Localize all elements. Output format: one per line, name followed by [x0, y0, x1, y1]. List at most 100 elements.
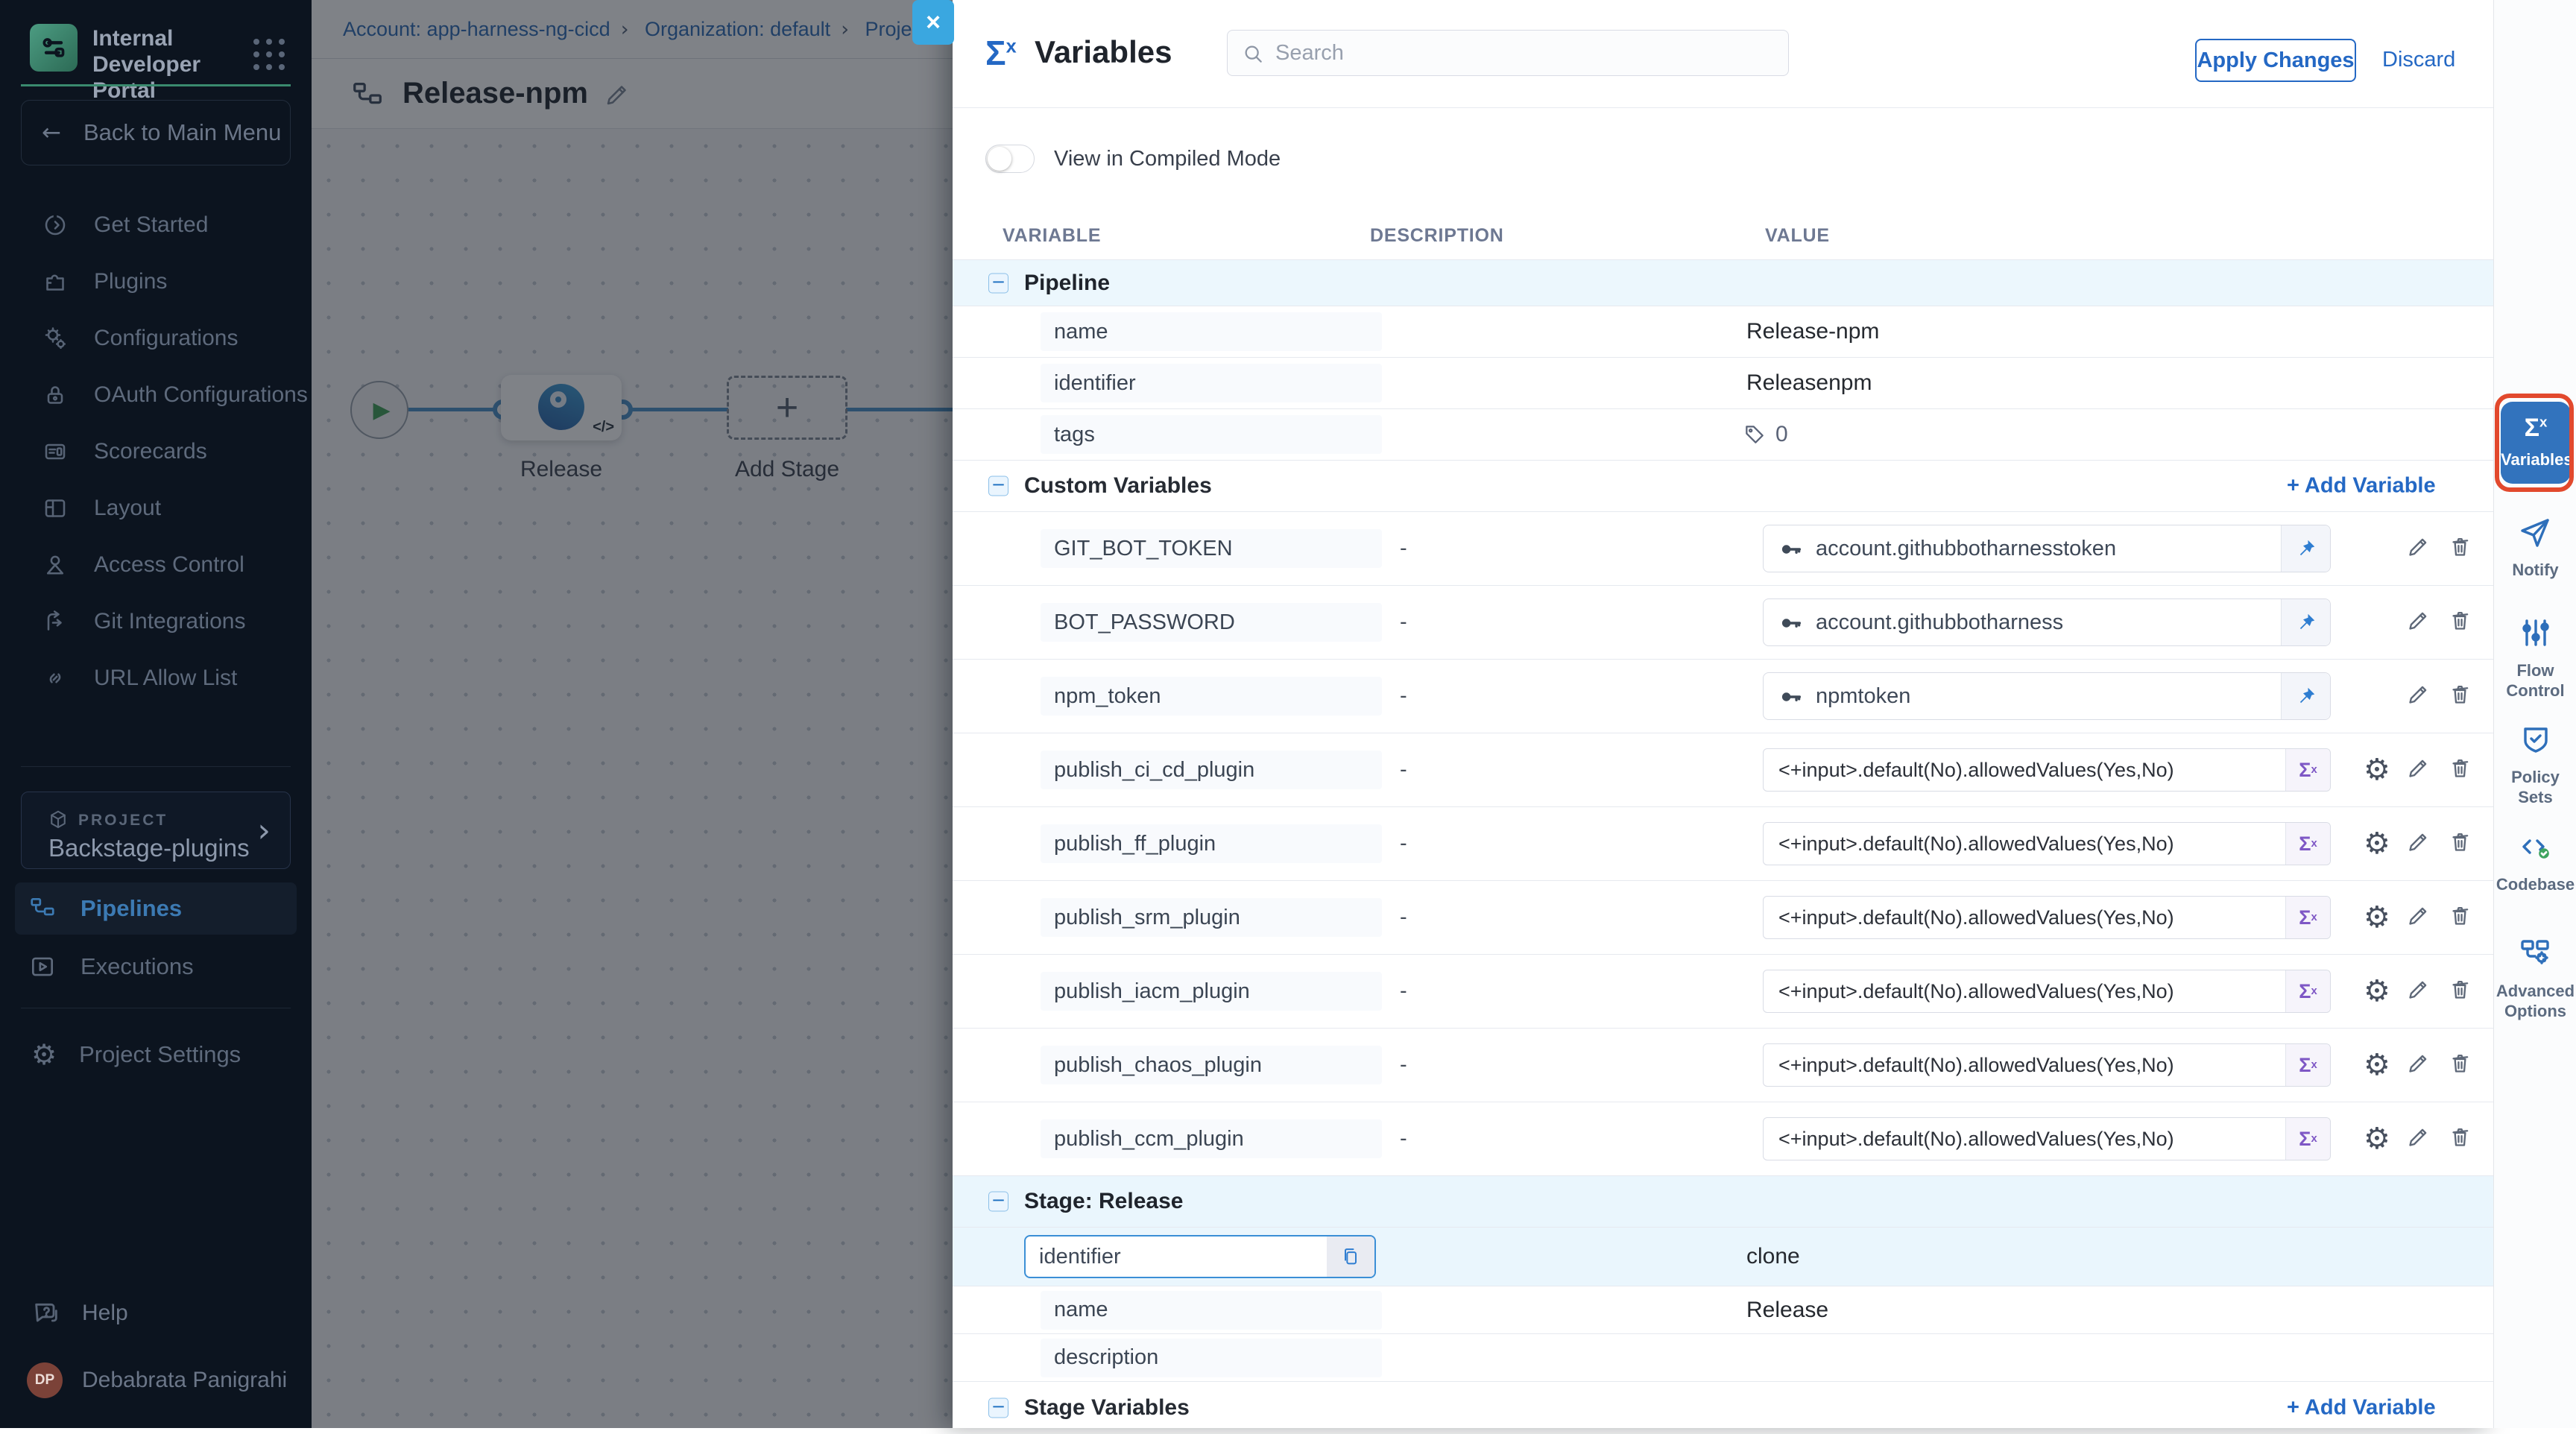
- sidebar-nav-item[interactable]: Pipelines: [15, 882, 297, 935]
- settings-gear-button[interactable]: ⚙: [2364, 755, 2390, 785]
- rail-item-icon: [2518, 514, 2554, 550]
- secret-value-field[interactable]: account.githubbotharness: [1763, 598, 2331, 646]
- trash-icon: [2448, 608, 2472, 633]
- sidebar-item[interactable]: Layout: [0, 480, 312, 537]
- delete-variable-button[interactable]: [2448, 534, 2472, 563]
- arrow-left-icon: ←: [42, 119, 61, 146]
- sidebar-item-label: Configurations: [94, 326, 238, 351]
- discard-button[interactable]: Discard: [2382, 48, 2455, 72]
- rail-item[interactable]: Notify: [2494, 514, 2576, 580]
- sidebar-item[interactable]: Get Started: [0, 197, 312, 253]
- back-to-main-menu[interactable]: ← Back to Main Menu: [42, 119, 281, 146]
- variable-description: -: [1400, 537, 1407, 561]
- edit-variable-button[interactable]: [2406, 903, 2431, 932]
- edit-variable-button[interactable]: [2406, 1125, 2431, 1153]
- input-type-button[interactable]: Σx: [2285, 970, 2330, 1012]
- variables-icon: Σx: [985, 33, 1017, 73]
- sidebar-item[interactable]: Access Control: [0, 537, 312, 593]
- collapse-icon[interactable]: −: [988, 476, 1008, 496]
- sidebar-item-icon: [42, 438, 69, 465]
- compiled-mode-toggle[interactable]: [985, 145, 1035, 173]
- delete-variable-button[interactable]: [2448, 1125, 2472, 1153]
- expression-value-field[interactable]: <+input>.default(No).allowedValues(Yes,N…: [1763, 1043, 2331, 1087]
- table-row: identifier Releasenpm: [953, 357, 2493, 408]
- settings-gear-button[interactable]: ⚙: [2364, 1050, 2390, 1080]
- delete-variable-button[interactable]: [2448, 756, 2472, 784]
- pencil-icon: [2406, 534, 2431, 559]
- settings-gear-button[interactable]: ⚙: [2364, 829, 2390, 859]
- apply-changes-button[interactable]: Apply Changes: [2195, 39, 2356, 82]
- sidebar-item-label: Plugins: [94, 269, 167, 294]
- sidebar-item[interactable]: Git Integrations: [0, 593, 312, 650]
- collapse-icon[interactable]: −: [988, 1192, 1008, 1212]
- variable-description: -: [1400, 979, 1407, 1004]
- secret-value-field[interactable]: account.githubbotharnesstoken: [1763, 525, 2331, 572]
- delete-variable-button[interactable]: [2448, 682, 2472, 710]
- pin-button[interactable]: [2281, 525, 2330, 572]
- sidebar-item[interactable]: Plugins: [0, 253, 312, 310]
- rail-item[interactable]: Policy Sets: [2494, 721, 2576, 807]
- copy-button[interactable]: [1327, 1236, 1374, 1277]
- left-sidebar: Internal Developer Portal ← Back to Main…: [0, 0, 312, 1428]
- settings-gear-button[interactable]: ⚙: [2364, 1124, 2390, 1154]
- add-variable-button[interactable]: + Add Variable: [2287, 474, 2436, 499]
- delete-variable-button[interactable]: [2448, 903, 2472, 932]
- input-type-button[interactable]: Σx: [2285, 823, 2330, 865]
- sidebar-item[interactable]: Configurations: [0, 310, 312, 367]
- collapse-icon[interactable]: −: [988, 273, 1008, 293]
- edit-variable-button[interactable]: [2406, 756, 2431, 784]
- pin-icon: [2295, 685, 2317, 707]
- delete-variable-button[interactable]: [2448, 608, 2472, 637]
- app-switcher-icon[interactable]: [253, 39, 285, 70]
- app-logo[interactable]: [30, 24, 78, 72]
- table-row: BOT_PASSWORD - account.githubbotharness: [953, 585, 2493, 659]
- sidebar-item[interactable]: URL Allow List: [0, 650, 312, 707]
- identifier-input[interactable]: identifier: [1024, 1235, 1376, 1278]
- secret-value-field[interactable]: npmtoken: [1763, 672, 2331, 720]
- sidebar-item[interactable]: OAuth Configurations: [0, 367, 312, 423]
- sidebar-nav-item[interactable]: Executions: [15, 941, 297, 993]
- project-name: Backstage-plugins: [48, 834, 250, 862]
- pin-button[interactable]: [2281, 673, 2330, 719]
- rail-item-label: Advanced Options: [2494, 981, 2576, 1021]
- edit-variable-button[interactable]: [2406, 682, 2431, 710]
- input-type-button[interactable]: Σx: [2285, 749, 2330, 791]
- settings-gear-button[interactable]: ⚙: [2364, 976, 2390, 1006]
- input-type-button[interactable]: Σx: [2285, 1044, 2330, 1086]
- close-drawer-button[interactable]: ×: [912, 0, 954, 45]
- edit-variable-button[interactable]: [2406, 1051, 2431, 1079]
- help-button[interactable]: Help: [0, 1298, 128, 1328]
- delete-variable-button[interactable]: [2448, 977, 2472, 1005]
- section-stage-variables: − Stage Variables + Add Variable: [953, 1381, 2493, 1434]
- user-menu[interactable]: DP Debabrata Panigrahi: [0, 1362, 287, 1398]
- rail-item[interactable]: Codebase: [2494, 829, 2576, 894]
- settings-gear-button[interactable]: ⚙: [2364, 903, 2390, 932]
- expression-value-field[interactable]: <+input>.default(No).allowedValues(Yes,N…: [1763, 896, 2331, 939]
- rail-item[interactable]: Flow Control: [2494, 615, 2576, 701]
- sidebar-item-icon: [42, 495, 69, 522]
- pin-button[interactable]: [2281, 599, 2330, 645]
- variable-name: description: [1041, 1339, 1382, 1377]
- rail-item[interactable]: Advanced Options: [2494, 935, 2576, 1021]
- edit-variable-button[interactable]: [2406, 830, 2431, 858]
- expression-value-field[interactable]: <+input>.default(No).allowedValues(Yes,N…: [1763, 748, 2331, 792]
- avatar: DP: [27, 1362, 63, 1398]
- delete-variable-button[interactable]: [2448, 1051, 2472, 1079]
- input-type-button[interactable]: Σx: [2285, 897, 2330, 938]
- table-row: publish_iacm_plugin - <+input>.default(N…: [953, 954, 2493, 1028]
- expression-value-field[interactable]: <+input>.default(No).allowedValues(Yes,N…: [1763, 970, 2331, 1013]
- edit-variable-button[interactable]: [2406, 977, 2431, 1005]
- col-description: DESCRIPTION: [1370, 225, 1504, 247]
- delete-variable-button[interactable]: [2448, 830, 2472, 858]
- search-input[interactable]: [1275, 31, 1781, 75]
- edit-variable-button[interactable]: [2406, 608, 2431, 637]
- edit-variable-button[interactable]: [2406, 534, 2431, 563]
- project-selector[interactable]: PROJECT Backstage-plugins ›: [21, 792, 291, 869]
- sidebar-item[interactable]: Scorecards: [0, 423, 312, 480]
- sidebar-item-project-settings[interactable]: ⚙ Project Settings: [0, 1040, 241, 1069]
- expression-value-field[interactable]: <+input>.default(No).allowedValues(Yes,N…: [1763, 1117, 2331, 1160]
- collapse-icon[interactable]: −: [988, 1398, 1008, 1418]
- expression-value-field[interactable]: <+input>.default(No).allowedValues(Yes,N…: [1763, 822, 2331, 865]
- input-type-button[interactable]: Σx: [2285, 1118, 2330, 1160]
- add-variable-button[interactable]: + Add Variable: [2287, 1396, 2436, 1421]
